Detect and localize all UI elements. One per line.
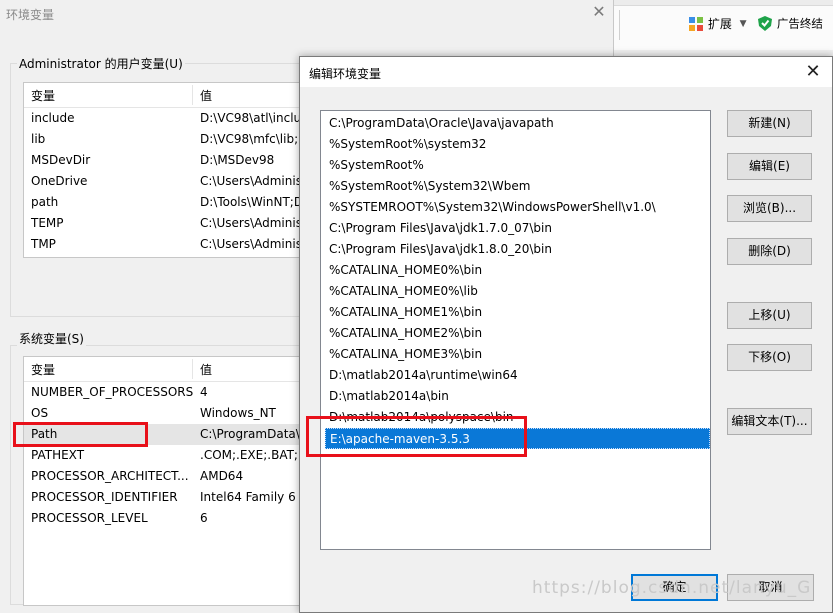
path-entry[interactable]: %CATALINA_HOME0%\lib xyxy=(325,281,710,302)
path-entry[interactable]: C:\Program Files\Java\jdk1.7.0_07\bin xyxy=(325,218,710,239)
table-row[interactable]: OneDrive C:\Users\Adminis xyxy=(24,171,312,192)
column-header-variable[interactable]: 变量 xyxy=(31,361,55,378)
table-row[interactable]: MSDevDir D:\MSDev98 xyxy=(24,150,312,171)
variable-name: path xyxy=(31,195,59,209)
watermark: https://blog.csdn.net/lanyu_G xyxy=(532,578,812,598)
delete-button[interactable]: 删除(D) xyxy=(727,238,812,265)
browse-button[interactable]: 浏览(B)... xyxy=(727,195,812,222)
variable-value: 6 xyxy=(200,511,208,525)
adblock-label: 广告终结 xyxy=(776,16,823,31)
variable-value: D:\VC98\atl\includ xyxy=(200,111,309,125)
variable-name: PROCESSOR_LEVEL xyxy=(31,511,148,525)
path-entry[interactable]: D:\matlab2014a\runtime\win64 xyxy=(325,365,710,386)
user-variables-list[interactable]: 变量 值 include D:\VC98\atl\includ lib D:\VC98… xyxy=(23,82,313,258)
new-button[interactable]: 新建(N) xyxy=(727,110,812,137)
variable-value: C:\Users\Adminis xyxy=(200,174,302,188)
system-variables-list[interactable]: 变量 值 NUMBER_OF_PROCESSORS 4 OS Windows_NT Pa… xyxy=(23,356,313,606)
path-entry[interactable]: %SystemRoot%\System32\Wbem xyxy=(325,176,710,197)
path-entry[interactable]: C:\Program Files\Java\jdk1.8.0_20\bin xyxy=(325,239,710,260)
path-entry[interactable]: %CATALINA_HOME2%\bin xyxy=(325,323,710,344)
variable-name: PATHEXT xyxy=(31,448,85,462)
variable-value: C:\ProgramData\( xyxy=(200,427,305,441)
chevron-down-icon[interactable]: ▼ xyxy=(740,19,747,29)
edit-environment-variable-dialog: 编辑环境变量 ✕ C:\ProgramData\Oracle\Java\java… xyxy=(299,56,833,613)
dialog-title: 编辑环境变量 xyxy=(309,67,382,81)
close-icon[interactable]: ✕ xyxy=(802,61,824,83)
variable-value: .COM;.EXE;.BAT;.C xyxy=(200,448,311,462)
highlight-box-maven-entry xyxy=(306,416,527,457)
variable-name: OS xyxy=(31,406,49,420)
path-entry[interactable]: D:\matlab2014a\bin xyxy=(325,386,710,407)
variable-value: C:\Users\Adminis xyxy=(200,216,302,230)
variable-name: include xyxy=(31,111,75,125)
path-entry-list[interactable]: C:\ProgramData\Oracle\Java\javapath %Syst… xyxy=(320,110,711,550)
extensions-label: 扩展 xyxy=(707,17,732,31)
variable-name: PROCESSOR_IDENTIFIER xyxy=(31,490,178,504)
variable-name: MSDevDir xyxy=(31,153,91,167)
variable-name: NUMBER_OF_PROCESSORS xyxy=(31,385,194,399)
window-title: 环境变量 xyxy=(6,8,55,22)
table-row[interactable]: PROCESSOR_ARCHITECT... AMD64 xyxy=(24,466,312,487)
variable-name: OneDrive xyxy=(31,174,88,188)
shield-icon xyxy=(758,16,772,31)
variable-value: AMD64 xyxy=(200,469,244,483)
table-row[interactable]: PROCESSOR_IDENTIFIER Intel64 Family 6 M xyxy=(24,487,312,508)
variable-value: Windows_NT xyxy=(200,406,276,420)
variable-value: Intel64 Family 6 M xyxy=(200,490,310,504)
table-row[interactable]: lib D:\VC98\mfc\lib;D xyxy=(24,129,312,150)
variable-name: PROCESSOR_ARCHITECT... xyxy=(31,469,189,483)
puzzle-icon xyxy=(689,16,703,31)
move-down-button[interactable]: 下移(O) xyxy=(727,344,812,371)
path-entry[interactable]: %CATALINA_HOME1%\bin xyxy=(325,302,710,323)
path-entry[interactable]: C:\ProgramData\Oracle\Java\javapath xyxy=(325,113,710,134)
variable-value: C:\Users\Adminis xyxy=(200,237,302,251)
user-variables-label: Administrator 的用户变量(U) xyxy=(17,55,185,72)
variable-name: TMP xyxy=(31,237,56,251)
edit-button[interactable]: 编辑(E) xyxy=(727,153,812,180)
edit-text-button[interactable]: 编辑文本(T)... xyxy=(727,408,812,435)
path-entry[interactable]: %CATALINA_HOME3%\bin xyxy=(325,344,710,365)
table-row[interactable]: TEMP C:\Users\Adminis xyxy=(24,213,312,234)
table-row[interactable]: path D:\Tools\WinNT;D xyxy=(24,192,312,213)
path-entry[interactable]: %CATALINA_HOME0%\bin xyxy=(325,260,710,281)
system-variables-label: 系统变量(S) xyxy=(17,330,86,347)
browser-toolbar: 扩展 ▼ 广告终结 xyxy=(614,0,833,50)
variable-value: D:\Tools\WinNT;D xyxy=(200,195,304,209)
variable-name: lib xyxy=(31,132,46,146)
table-row[interactable]: NUMBER_OF_PROCESSORS 4 xyxy=(24,382,312,403)
highlight-box-path-variable xyxy=(13,422,148,447)
table-row[interactable]: TMP C:\Users\Adminis xyxy=(24,234,312,255)
extensions-button[interactable]: 扩展 ▼ xyxy=(688,15,747,35)
adblock-button[interactable]: 广告终结 xyxy=(757,15,823,35)
variable-value: 4 xyxy=(200,385,208,399)
variable-value: D:\VC98\mfc\lib;D xyxy=(200,132,308,146)
table-row[interactable]: include D:\VC98\atl\includ xyxy=(24,108,312,129)
path-entry[interactable]: %SystemRoot%\system32 xyxy=(325,134,710,155)
table-row[interactable]: PATHEXT .COM;.EXE;.BAT;.C xyxy=(24,445,312,466)
path-entry[interactable]: %SystemRoot% xyxy=(325,155,710,176)
variable-name: TEMP xyxy=(31,216,64,230)
list-header: 变量 值 xyxy=(24,357,312,382)
close-icon[interactable]: ✕ xyxy=(590,3,608,21)
column-header-value[interactable]: 值 xyxy=(200,87,212,104)
move-up-button[interactable]: 上移(U) xyxy=(727,302,812,329)
table-row[interactable]: OS Windows_NT xyxy=(24,403,312,424)
column-header-variable[interactable]: 变量 xyxy=(31,87,55,104)
column-header-value[interactable]: 值 xyxy=(200,361,212,378)
list-header: 变量 值 xyxy=(24,83,312,108)
table-row[interactable]: PROCESSOR_LEVEL 6 xyxy=(24,508,312,529)
variable-value: D:\MSDev98 xyxy=(200,153,275,167)
path-entry[interactable]: %SYSTEMROOT%\System32\WindowsPowerShell\… xyxy=(325,197,710,218)
